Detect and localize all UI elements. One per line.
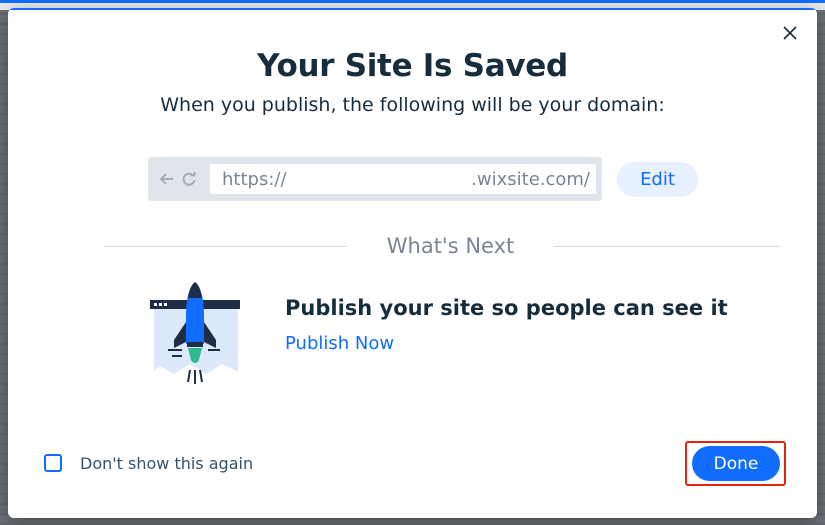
domain-url-field: https:// .wixsite.com/ [210,164,596,194]
refresh-icon [182,172,196,186]
divider-right [554,246,780,247]
next-step-title: Publish your site so people can see it [285,296,728,320]
edit-domain-button[interactable]: Edit [617,162,698,197]
url-prefix: https:// [222,169,287,190]
url-suffix: .wixsite.com/ [471,169,590,190]
close-button[interactable] [779,22,801,44]
rocket-illustration-icon [146,278,244,392]
publish-now-link[interactable]: Publish Now [285,333,394,354]
dont-show-again-checkbox[interactable] [44,454,62,472]
whats-next-heading: What's Next [386,234,515,258]
dont-show-again-label[interactable]: Don't show this again [80,454,253,473]
dialog-subtitle: When you publish, the following will be … [160,94,665,116]
site-saved-dialog: Your Site Is Saved When you publish, the… [8,8,817,518]
browser-nav-icons [160,170,204,188]
domain-preview-bar: https:// .wixsite.com/ [148,157,602,201]
divider-left [104,246,347,247]
dialog-title: Your Site Is Saved [257,48,568,84]
editor-accent-line [0,0,825,3]
done-button[interactable]: Done [692,446,780,481]
dialog-accent-line [8,8,817,10]
back-arrow-icon [160,173,173,185]
close-icon [783,26,797,40]
